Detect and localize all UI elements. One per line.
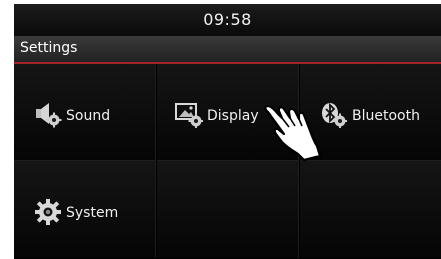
title-bar: Settings (14, 36, 441, 64)
settings-screen: 09:58 Settings Sound Display Bluetooth S… (14, 4, 441, 259)
gear-icon (34, 199, 62, 225)
settings-menu-grid: Sound Display Bluetooth System (14, 64, 441, 259)
menu-item-label: System (66, 205, 119, 221)
status-bar: 09:58 (14, 4, 441, 36)
menu-item-label: Sound (66, 108, 111, 124)
picture-gear-icon (175, 102, 203, 128)
menu-item-sound[interactable]: Sound (14, 64, 156, 161)
empty-menu-slot (157, 161, 299, 258)
empty-menu-slot (300, 161, 441, 258)
touch-hand-icon (262, 104, 324, 162)
speaker-gear-icon (34, 102, 62, 128)
bluetooth-gear-icon (320, 102, 348, 128)
menu-item-label: Bluetooth (352, 108, 420, 124)
page-title: Settings (20, 40, 78, 56)
menu-item-system[interactable]: System (14, 161, 156, 258)
clock: 09:58 (203, 10, 252, 29)
menu-item-label: Display (207, 108, 259, 124)
